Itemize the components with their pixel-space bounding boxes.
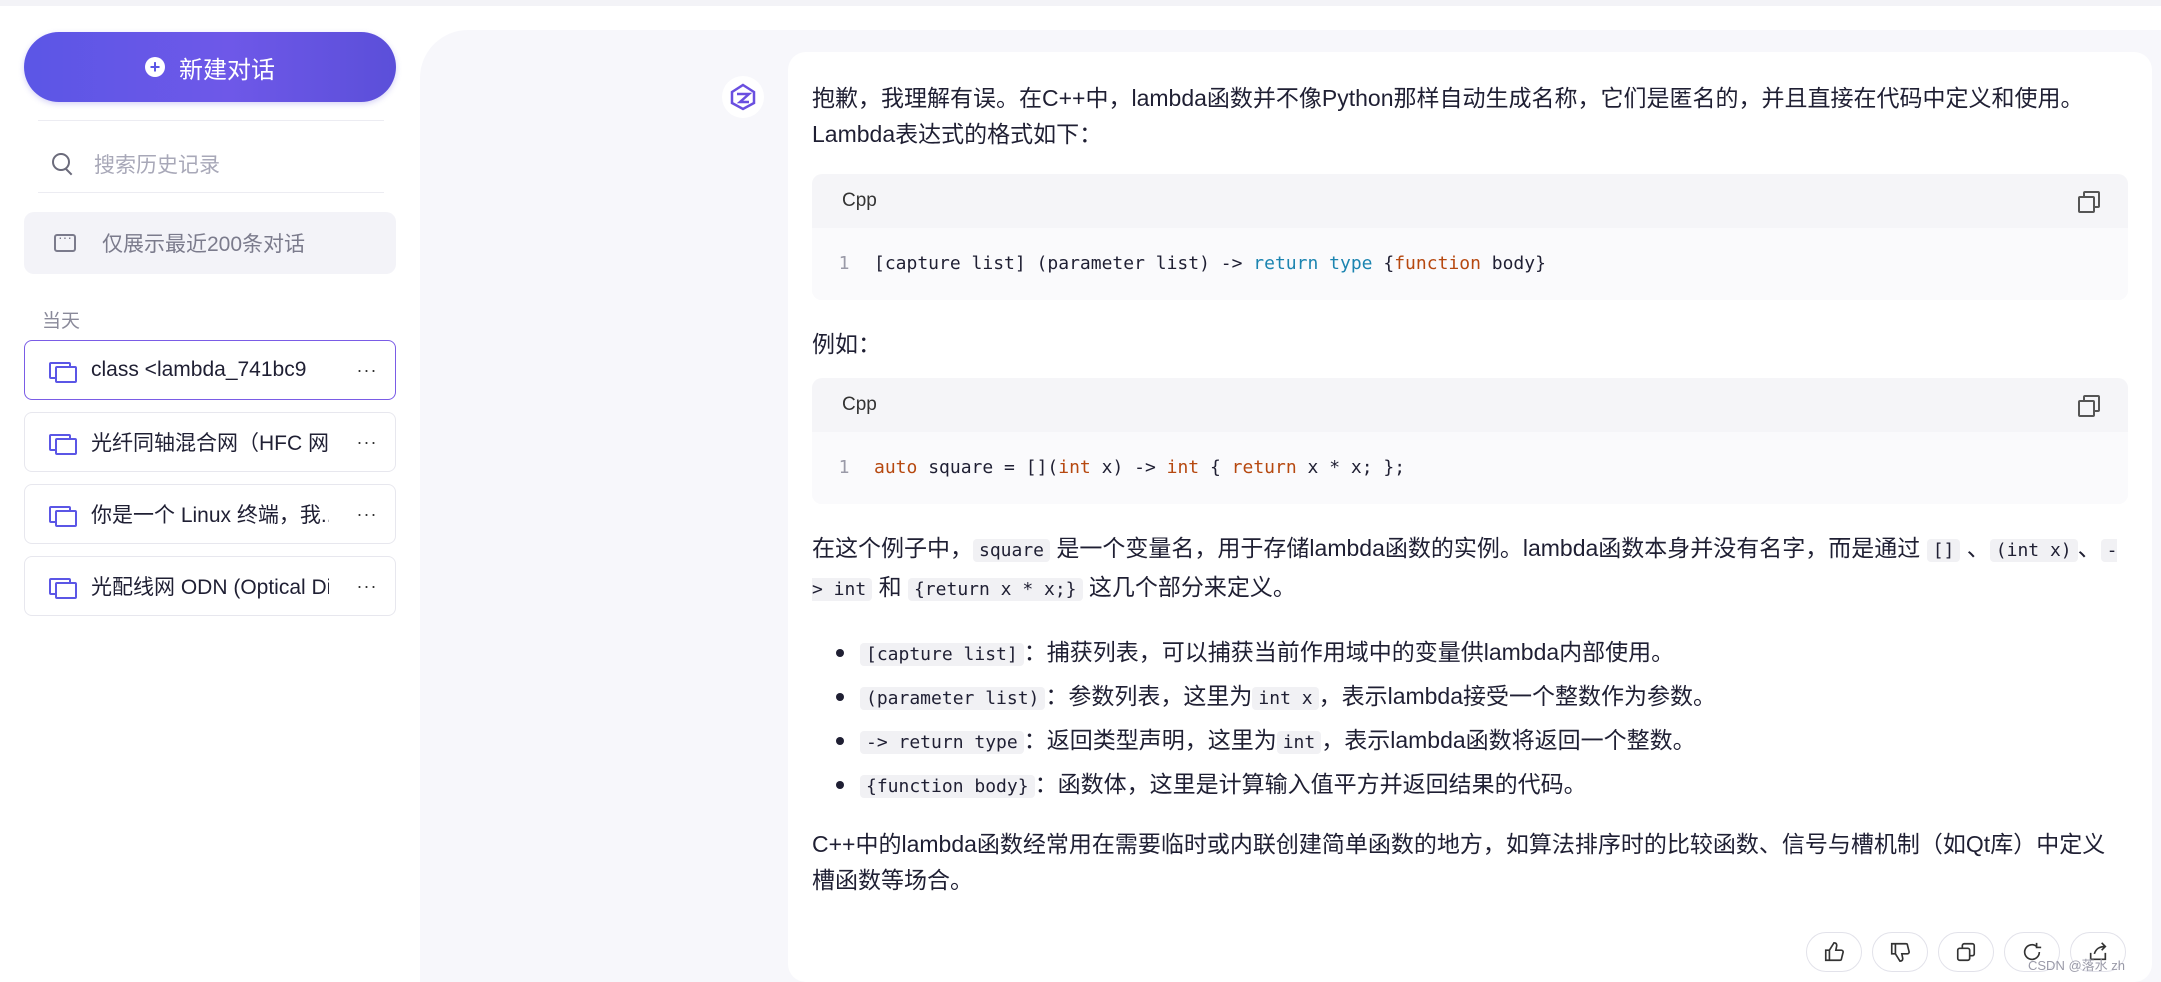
text-span: ：参数列表，这里为	[1045, 683, 1253, 709]
code-token: body}	[1480, 253, 1546, 274]
sidebar: + 新建对话 搜索历史记录 仅展示最近200条对话 当天 class <lamb…	[0, 6, 420, 982]
code-keyword: return	[1253, 253, 1319, 274]
more-options-button[interactable]: ···	[347, 432, 387, 453]
new-chat-button[interactable]: + 新建对话	[24, 32, 396, 102]
code-token: {	[1372, 253, 1395, 274]
limit-notice-text: 仅展示最近200条对话	[102, 233, 306, 256]
section-label-today: 当天	[42, 311, 81, 332]
divider	[38, 192, 384, 193]
text-span: 、	[1960, 535, 1990, 561]
divider	[38, 120, 384, 121]
conversation-title: 光纤同轴混合网（HFC 网）	[91, 432, 329, 455]
conversation-icon	[49, 360, 77, 383]
inline-code: {function body}	[860, 775, 1035, 798]
text-span: 是一个变量名，用于存储lambda函数的实例。lambda函数本身并没有名字，而…	[1050, 535, 1927, 561]
code-text: auto square = [](int x) -> int { return …	[874, 450, 1405, 486]
history-limit-notice: 仅展示最近200条对话	[24, 212, 396, 274]
text-span: 在这个例子中，	[812, 535, 973, 561]
text-span: ：返回类型声明，这里为	[1023, 727, 1277, 753]
conversation-item[interactable]: 你是一个 Linux 终端，我... ···	[24, 484, 396, 544]
bullet-list: [capture list] ：捕获列表，可以捕获当前作用域中的变量供lambda…	[812, 630, 2128, 806]
list-item: {function body} ：函数体，这里是计算输入值平方并返回结果的代码。	[812, 762, 2128, 806]
conversation-icon	[49, 504, 77, 527]
text-span: ，表示lambda接受一个整数作为参数。	[1318, 683, 1717, 709]
text-span: 、	[2077, 535, 2101, 561]
code-header: Cpp	[812, 378, 2128, 432]
new-chat-label: 新建对话	[179, 56, 275, 84]
code-token: {	[1199, 457, 1232, 478]
inline-code: -> return type	[860, 731, 1024, 754]
like-button[interactable]	[1806, 932, 1862, 972]
conversation-item[interactable]: 光纤同轴混合网（HFC 网） ···	[24, 412, 396, 472]
dislike-button[interactable]	[1872, 932, 1928, 972]
code-token: x * x; };	[1296, 457, 1406, 478]
more-options-button[interactable]: ···	[347, 360, 387, 381]
copy-icon	[1956, 942, 1976, 962]
conversation-item[interactable]: class <lambda_741bc9 ···	[24, 340, 396, 400]
more-options-button[interactable]: ···	[347, 504, 387, 525]
code-keyword: auto	[874, 457, 918, 478]
list-item: (parameter list) ：参数列表，这里为 int x ，表示lambda接…	[812, 674, 2128, 718]
copy-message-button[interactable]	[1938, 932, 1994, 972]
inline-code: {return x * x;}	[907, 578, 1083, 601]
chat-bubble-icon	[54, 229, 76, 252]
inline-code: (int x)	[1989, 539, 2078, 562]
search-icon	[52, 153, 74, 175]
code-language: Cpp	[842, 394, 877, 415]
code-line: 1 auto square = [](int x) -> int { retur…	[812, 432, 2128, 504]
text-span: ：函数体，这里是计算输入值平方并返回结果的代码。	[1034, 771, 1587, 797]
conversation-item[interactable]: 光配线网 ODN (Optical Di ···	[24, 556, 396, 616]
code-block: Cpp 1 [capture list] (parameter list) ->…	[812, 174, 2128, 300]
inline-code: int x	[1252, 687, 1319, 710]
text-span: 和	[872, 574, 908, 600]
conversation-title: 你是一个 Linux 终端，我...	[91, 504, 329, 527]
line-number: 1	[838, 253, 850, 274]
example-label: 例如：	[812, 331, 881, 357]
inline-code: [capture list]	[860, 643, 1024, 666]
inline-code: int	[1276, 731, 1322, 754]
code-line: 1 [capture list] (parameter list) -> ret…	[812, 228, 2128, 300]
code-token: [capture list] (parameter list) ->	[874, 253, 1254, 274]
code-token: square = [](	[917, 457, 1059, 478]
thumbs-up-icon	[1824, 942, 1844, 962]
conversation-icon	[49, 432, 77, 455]
copy-icon[interactable]	[2078, 191, 2100, 213]
text-span: 这几个部分来定义。	[1082, 574, 1296, 600]
conversation-title: 光配线网 ODN (Optical Di	[91, 576, 329, 599]
assistant-avatar	[722, 76, 764, 118]
more-options-button[interactable]: ···	[347, 576, 387, 597]
code-keyword: return	[1231, 457, 1297, 478]
search-history[interactable]: 搜索历史记录	[38, 136, 384, 192]
copy-icon[interactable]	[2078, 395, 2100, 417]
code-block: Cpp 1 auto square = [](int x) -> int { r…	[812, 378, 2128, 504]
thumbs-down-icon	[1890, 942, 1910, 962]
inline-code: (parameter list)	[860, 687, 1046, 710]
intro-paragraph: 抱歉，我理解有误。在C++中，lambda函数并不像Python那样自动生成名称…	[812, 85, 2084, 147]
code-keyword: function	[1394, 253, 1481, 274]
code-keyword: type	[1329, 253, 1373, 274]
conversation-title: class <lambda_741bc9	[91, 358, 307, 381]
search-input[interactable]: 搜索历史记录	[94, 149, 220, 179]
code-keyword: int	[1058, 457, 1091, 478]
code-keyword: int	[1166, 457, 1200, 478]
assistant-message: 抱歉，我理解有误。在C++中，lambda函数并不像Python那样自动生成名称…	[812, 80, 2128, 898]
inline-code: square	[973, 539, 1051, 562]
list-item: -> return type ：返回类型声明，这里为 int ，表示lambda函数将…	[812, 718, 2128, 762]
plus-icon: +	[145, 57, 165, 77]
outro-paragraph: C++中的lambda函数经常用在需要临时或内联创建简单函数的地方，如算法排序时…	[812, 831, 2106, 893]
list-item: [capture list] ：捕获列表，可以捕获当前作用域中的变量供lambda…	[812, 630, 2128, 674]
text-span: ，表示lambda函数将返回一个整数。	[1321, 727, 1696, 753]
code-text: [capture list] (parameter list) -> retur…	[874, 246, 1546, 282]
assistant-logo-icon	[730, 83, 756, 111]
code-token: x) ->	[1090, 457, 1167, 478]
text-span: ：捕获列表，可以捕获当前作用域中的变量供lambda内部使用。	[1023, 639, 1675, 665]
watermark: CSDN @落水 zh	[2028, 958, 2125, 973]
line-number: 1	[838, 457, 850, 478]
inline-code: []	[1926, 539, 1961, 562]
conversation-icon	[49, 576, 77, 599]
code-header: Cpp	[812, 174, 2128, 228]
code-language: Cpp	[842, 190, 877, 211]
explanation-paragraph: 在这个例子中， square 是一个变量名，用于存储lambda函数的实例。lam…	[812, 530, 2128, 608]
